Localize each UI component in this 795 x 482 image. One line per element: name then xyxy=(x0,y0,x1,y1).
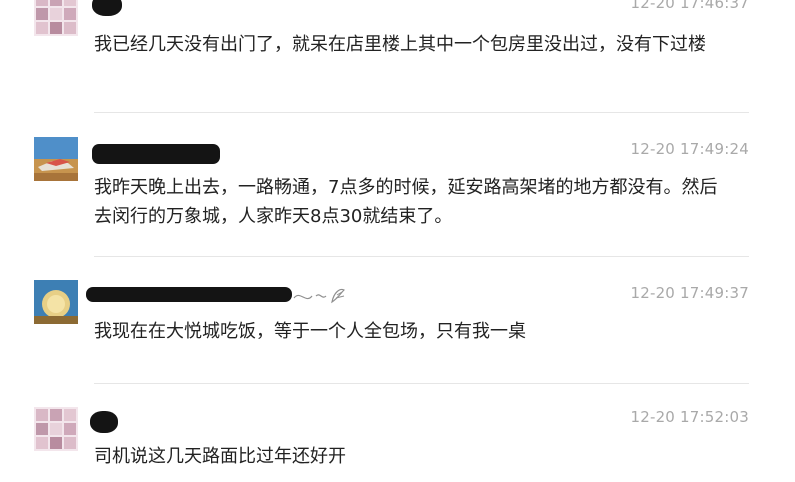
message-item: 12-20 17:49:37 我现在在大悦城吃饭，等于一个人全包场，只有我一桌 xyxy=(0,257,795,384)
message-text: 我昨天晚上出去，一路畅通，7点多的时候，延安路高架堵的地方都没有。然后去闵行的万… xyxy=(94,177,718,227)
message-item: 12-20 17:46:37 我已经几天没有出门了，就呆在店里楼上其中一个包房里… xyxy=(0,0,795,113)
redacted-sender-name xyxy=(90,411,118,433)
redacted-sender-name xyxy=(92,144,220,164)
message-timestamp: 12-20 17:49:24 xyxy=(630,140,749,158)
photo-collage-avatar-icon xyxy=(34,407,78,451)
photo-collage-avatar-icon xyxy=(34,0,78,36)
message-text: 我已经几天没有出门了，就呆在店里楼上其中一个包房里没出过，没有下过楼 xyxy=(94,34,706,55)
comment-feed: 12-20 17:46:37 我已经几天没有出门了，就呆在店里楼上其中一个包房里… xyxy=(0,0,795,482)
message-timestamp: 12-20 17:52:03 xyxy=(630,408,749,426)
user-avatar[interactable] xyxy=(34,0,78,36)
desert-photo-avatar-icon xyxy=(34,137,78,181)
message-item: 12-20 17:49:24 我昨天晚上出去，一路畅通，7点多的时候，延安路高架… xyxy=(0,113,795,257)
redacted-sender-name xyxy=(92,0,122,16)
message-timestamp: 12-20 17:49:37 xyxy=(630,284,749,302)
user-avatar[interactable] xyxy=(34,280,78,324)
message-text: 我现在在大悦城吃饭，等于一个人全包场，只有我一桌 xyxy=(94,321,526,342)
message-timestamp: 12-20 17:46:37 xyxy=(630,0,749,12)
redacted-sender-name xyxy=(86,287,292,302)
message-item: 12-20 17:52:03 司机说这几天路面比过年还好开 xyxy=(0,384,795,482)
vine-doodle-icon xyxy=(293,288,346,304)
user-avatar[interactable] xyxy=(34,137,78,181)
sunlit-photo-avatar-icon xyxy=(34,280,78,324)
user-avatar[interactable] xyxy=(34,407,78,451)
message-text: 司机说这几天路面比过年还好开 xyxy=(94,446,346,467)
